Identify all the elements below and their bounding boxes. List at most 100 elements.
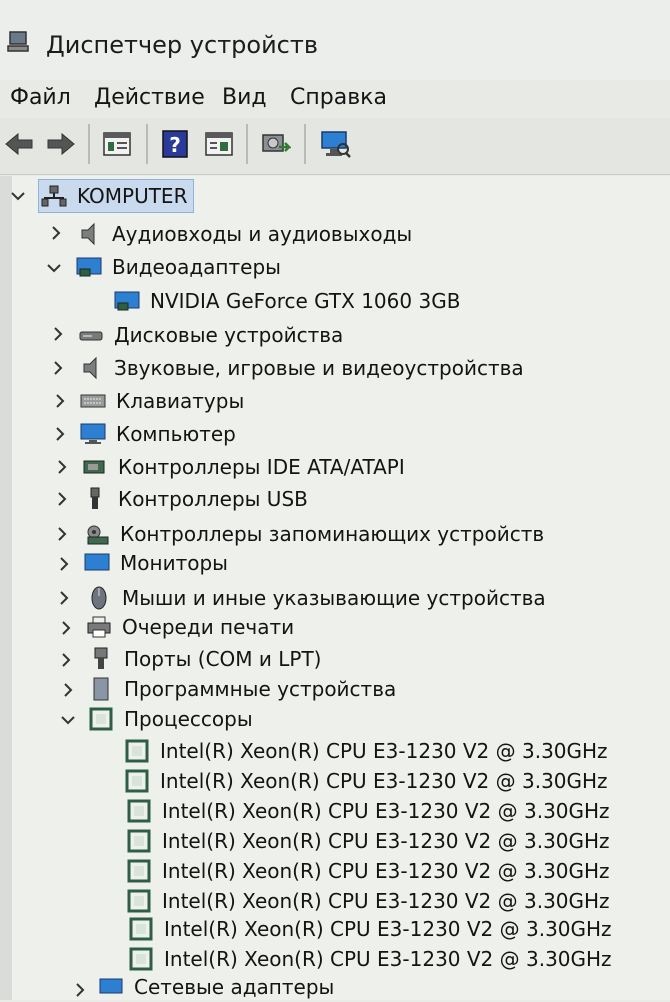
properties-pane-icon[interactable]	[100, 126, 134, 162]
category-usb[interactable]: Контроллеры USB	[82, 484, 308, 514]
display-adapter-icon	[76, 255, 102, 279]
processor-item[interactable]: Intel(R) Xeon(R) CPU E3-1230 V2 @ 3.30GH…	[126, 856, 610, 886]
show-hidden-icon[interactable]	[202, 126, 236, 162]
category-label: Процессоры	[124, 707, 253, 731]
category-label: Программные устройства	[124, 677, 397, 701]
processor-icon	[126, 859, 152, 883]
toolbar-separator	[88, 124, 90, 164]
chevron-down-icon[interactable]	[46, 260, 62, 276]
category-label: Мониторы	[120, 551, 228, 575]
category-monitors[interactable]: Мониторы	[84, 548, 228, 578]
processor-label: Intel(R) Xeon(R) CPU E3-1230 V2 @ 3.30GH…	[164, 947, 612, 971]
left-panel-edge	[0, 176, 12, 1000]
category-label: Очереди печати	[122, 615, 295, 639]
processor-item[interactable]: Intel(R) Xeon(R) CPU E3-1230 V2 @ 3.30GH…	[124, 736, 608, 766]
scan-hardware-icon[interactable]	[318, 126, 352, 162]
toolbar-separator	[304, 124, 306, 164]
back-arrow-icon[interactable]	[2, 126, 36, 162]
chevron-right-icon[interactable]	[58, 652, 74, 668]
chevron-right-icon[interactable]	[72, 982, 88, 998]
menu-file[interactable]: Файл	[10, 84, 71, 112]
category-ide[interactable]: Контроллеры IDE ATA/ATAPI	[82, 452, 405, 482]
processor-item[interactable]: Intel(R) Xeon(R) CPU E3-1230 V2 @ 3.30GH…	[124, 766, 608, 796]
category-storage[interactable]: Контроллеры запоминающих устройств	[84, 519, 544, 549]
processor-item[interactable]: Intel(R) Xeon(R) CPU E3-1230 V2 @ 3.30GH…	[126, 796, 610, 826]
chevron-right-icon[interactable]	[50, 326, 66, 342]
computer-network-icon	[41, 184, 67, 208]
category-print[interactable]: Очереди печати	[86, 612, 294, 642]
chevron-right-icon[interactable]	[56, 590, 72, 606]
category-label: Контроллеры USB	[118, 487, 308, 511]
chevron-right-icon[interactable]	[54, 459, 70, 475]
help-icon[interactable]: ?	[158, 126, 192, 162]
chevron-down-icon[interactable]	[60, 712, 76, 728]
chevron-right-icon[interactable]	[56, 556, 72, 572]
mouse-icon	[86, 586, 112, 610]
category-disk[interactable]: Дисковые устройства	[78, 320, 343, 350]
menu-view[interactable]: Вид	[222, 84, 267, 112]
category-label: Контроллеры запоминающих устройств	[120, 522, 545, 546]
chevron-right-icon[interactable]	[50, 360, 66, 376]
category-label: Мыши и иные указывающие устройства	[122, 586, 546, 610]
ide-controller-icon	[82, 455, 108, 479]
processor-label: Intel(R) Xeon(R) CPU E3-1230 V2 @ 3.30GH…	[162, 799, 610, 823]
window-title: Диспетчер устройств	[46, 31, 319, 59]
svg-text:?: ?	[169, 133, 181, 157]
chevron-right-icon[interactable]	[52, 393, 68, 409]
processor-item[interactable]: Intel(R) Xeon(R) CPU E3-1230 V2 @ 3.30GH…	[126, 886, 610, 916]
device-gpu[interactable]: NVIDIA GeForce GTX 1060 3GB	[114, 286, 460, 316]
processor-icon	[126, 889, 152, 913]
category-label: Дисковые устройства	[114, 323, 344, 347]
category-network[interactable]: Сетевые адаптеры	[98, 972, 334, 1002]
chevron-right-icon[interactable]	[54, 526, 70, 542]
chevron-right-icon[interactable]	[48, 225, 64, 241]
processor-label: Intel(R) Xeon(R) CPU E3-1230 V2 @ 3.30GH…	[160, 769, 608, 793]
update-driver-icon[interactable]	[258, 126, 292, 162]
chevron-right-icon[interactable]	[52, 426, 68, 442]
category-computer[interactable]: Компьютер	[80, 419, 236, 449]
software-device-icon	[88, 677, 114, 701]
category-label: Компьютер	[116, 422, 236, 446]
processor-icon	[124, 739, 150, 763]
category-label: Звуковые, игровые и видеоустройства	[114, 356, 524, 380]
category-sound[interactable]: Звуковые, игровые и видеоустройства	[78, 353, 524, 383]
category-label: Клавиатуры	[116, 389, 245, 413]
category-mice[interactable]: Мыши и иные указывающие устройства	[86, 583, 546, 613]
chevron-down-icon[interactable]	[10, 188, 26, 204]
category-cpu[interactable]: Процессоры	[88, 704, 253, 734]
processor-label: Intel(R) Xeon(R) CPU E3-1230 V2 @ 3.30GH…	[162, 829, 610, 853]
category-keyboards[interactable]: Клавиатуры	[80, 386, 244, 416]
category-software[interactable]: Программные устройства	[88, 674, 396, 704]
processor-icon	[126, 799, 152, 823]
speaker-icon	[78, 356, 104, 380]
category-label: Аудиовходы и аудиовыходы	[112, 222, 413, 246]
usb-plug-icon	[82, 487, 108, 511]
category-label: Видеоадаптеры	[112, 255, 281, 279]
processor-label: Intel(R) Xeon(R) CPU E3-1230 V2 @ 3.30GH…	[164, 917, 612, 941]
processor-item[interactable]: Intel(R) Xeon(R) CPU E3-1230 V2 @ 3.30GH…	[128, 914, 612, 944]
processor-label: Intel(R) Xeon(R) CPU E3-1230 V2 @ 3.30GH…	[160, 739, 608, 763]
disk-drive-icon	[78, 323, 104, 347]
category-video[interactable]: Видеоадаптеры	[76, 252, 281, 282]
device-manager-icon	[6, 30, 30, 54]
network-adapter-icon	[98, 975, 124, 999]
processor-item[interactable]: Intel(R) Xeon(R) CPU E3-1230 V2 @ 3.30GH…	[128, 944, 612, 974]
processor-label: Intel(R) Xeon(R) CPU E3-1230 V2 @ 3.30GH…	[162, 889, 610, 913]
chevron-right-icon[interactable]	[54, 491, 70, 507]
processor-item[interactable]: Intel(R) Xeon(R) CPU E3-1230 V2 @ 3.30GH…	[126, 826, 610, 856]
menu-action[interactable]: Действие	[94, 84, 205, 112]
chevron-right-icon[interactable]	[60, 682, 76, 698]
category-audio-io[interactable]: Аудиовходы и аудиовыходы	[76, 219, 412, 249]
tree-root[interactable]: KOMPUTER	[38, 179, 195, 213]
forward-arrow-icon[interactable]	[44, 126, 78, 162]
menu-help[interactable]: Справка	[290, 84, 387, 112]
chevron-right-icon[interactable]	[58, 620, 74, 636]
keyboard-icon	[80, 389, 106, 413]
processor-icon	[126, 829, 152, 853]
root-label: KOMPUTER	[77, 184, 188, 208]
processor-icon	[128, 947, 154, 971]
processor-label: Intel(R) Xeon(R) CPU E3-1230 V2 @ 3.30GH…	[162, 859, 610, 883]
processor-icon	[128, 917, 154, 941]
category-ports[interactable]: Порты (COM и LPT)	[88, 644, 321, 674]
display-adapter-icon	[114, 289, 140, 313]
